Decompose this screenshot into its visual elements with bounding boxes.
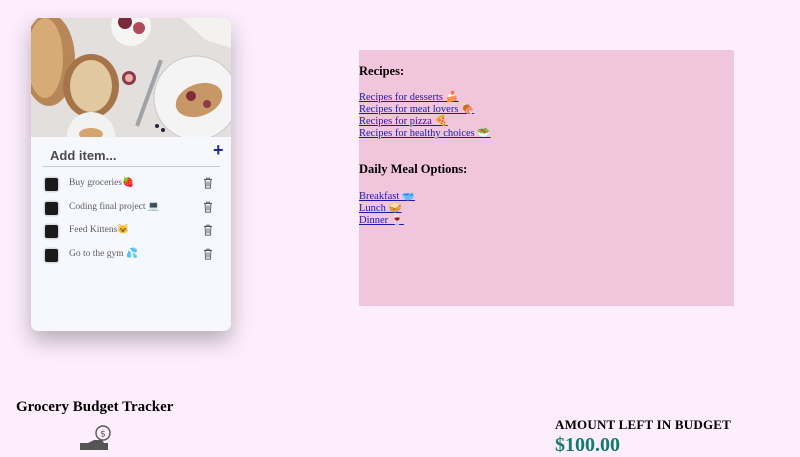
- todo-item: Coding final project 💻: [31, 200, 231, 224]
- trash-icon[interactable]: [203, 177, 213, 189]
- add-item-row: +: [42, 140, 224, 167]
- recipes-heading: Recipes:: [359, 64, 405, 78]
- add-item-button[interactable]: +: [213, 140, 229, 160]
- money-hand-icon: $: [80, 425, 111, 450]
- todo-card: + Buy groceries🍓 Coding final project 💻 …: [31, 18, 231, 331]
- todo-item: Feed Kittens😺: [31, 223, 231, 247]
- todo-checkbox[interactable]: [45, 201, 58, 215]
- svg-text:$: $: [100, 430, 106, 440]
- recipe-link-healthy[interactable]: Recipes for healthy choices 🥗: [359, 126, 490, 139]
- meal-link-dinner[interactable]: Dinner 🍷: [359, 213, 404, 226]
- todo-text: Coding final project 💻: [69, 201, 160, 212]
- todo-text: Buy groceries🍓: [69, 178, 134, 188]
- todo-item: Go to the gym 💦: [31, 247, 231, 271]
- amount-left-value: $100.00: [555, 434, 620, 456]
- recipes-panel: Recipes: Recipes for desserts 🍰 Recipes …: [359, 50, 734, 306]
- todo-text: Go to the gym 💦: [69, 249, 138, 260]
- food-photo: [31, 18, 231, 137]
- trash-icon[interactable]: [203, 224, 213, 237]
- add-item-input[interactable]: [50, 145, 190, 165]
- todo-checkbox[interactable]: [45, 178, 58, 191]
- todo-checkbox[interactable]: [45, 249, 58, 263]
- todo-text: Feed Kittens😺: [69, 225, 130, 236]
- todo-list: Buy groceries🍓 Coding final project 💻 Fe…: [31, 176, 231, 271]
- budget-title: Grocery Budget Tracker: [16, 399, 174, 415]
- trash-icon[interactable]: [203, 248, 213, 260]
- todo-item: Buy groceries🍓: [31, 176, 231, 200]
- amount-left-label: AMOUNT LEFT IN BUDGET: [555, 417, 731, 432]
- todo-checkbox[interactable]: [45, 225, 58, 239]
- meals-heading: Daily Meal Options:: [359, 162, 468, 176]
- trash-icon[interactable]: [203, 201, 213, 213]
